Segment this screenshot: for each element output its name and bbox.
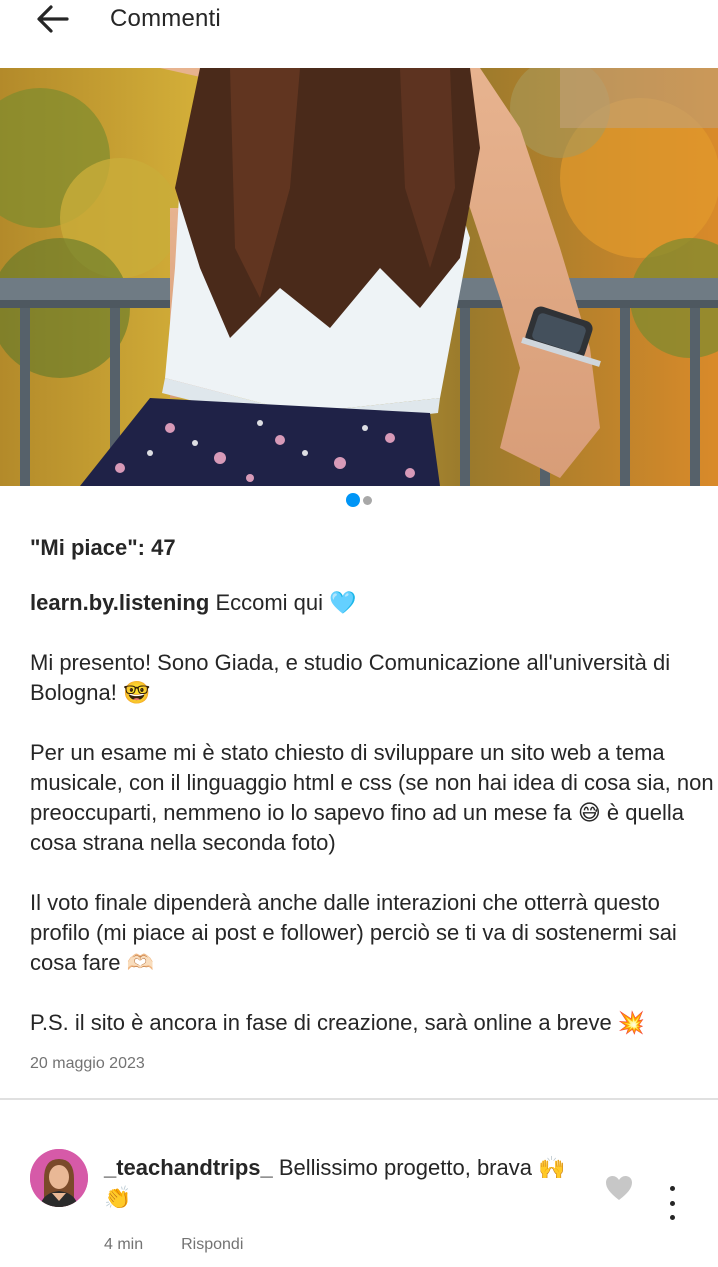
likes-count[interactable]: "Mi piace": 47 bbox=[30, 535, 176, 561]
reply-button[interactable]: Rispondi bbox=[181, 1236, 243, 1254]
caption-first-line: Eccomi qui 🩵 bbox=[215, 590, 357, 615]
caption-paragraph: P.S. il sito è ancora in fase di creazio… bbox=[30, 1010, 646, 1035]
divider bbox=[0, 1098, 718, 1100]
comment-username[interactable]: _teachandtrips_ bbox=[104, 1155, 273, 1180]
header-bar: Commenti bbox=[0, 0, 718, 68]
comment-item: _teachandtrips_ Bellissimo progetto, bra… bbox=[0, 1140, 718, 1267]
carousel-indicator bbox=[0, 492, 718, 508]
arrow-left-icon bbox=[37, 5, 69, 33]
comment-meta: 4 min Rispondi bbox=[104, 1236, 243, 1254]
post-author-username[interactable]: learn.by.listening bbox=[30, 590, 209, 615]
page-title: Commenti bbox=[110, 5, 221, 32]
post-caption: learn.by.listening Eccomi qui 🩵 Mi prese… bbox=[30, 588, 718, 1068]
back-button[interactable] bbox=[30, 2, 74, 36]
carousel-dot bbox=[363, 495, 372, 505]
avatar-image bbox=[30, 1149, 88, 1207]
caption-paragraph: Il voto finale dipenderà anche dalle int… bbox=[30, 890, 677, 975]
heart-icon bbox=[606, 1176, 632, 1200]
comment-text: _teachandtrips_ Bellissimo progetto, bra… bbox=[104, 1153, 584, 1213]
caption-paragraph: Per un esame mi è stato chiesto di svilu… bbox=[30, 740, 714, 855]
avatar[interactable] bbox=[30, 1149, 88, 1207]
post-photo-illustration bbox=[0, 68, 718, 486]
post-date: 20 maggio 2023 bbox=[30, 1055, 145, 1072]
caption-paragraph: Mi presento! Sono Giada, e studio Comuni… bbox=[30, 650, 671, 705]
more-vertical-icon[interactable] bbox=[660, 1186, 684, 1220]
post-photo[interactable] bbox=[0, 68, 718, 486]
comment-time: 4 min bbox=[104, 1236, 144, 1253]
carousel-dot-active bbox=[346, 493, 360, 507]
comment-like-button[interactable] bbox=[604, 1174, 634, 1202]
